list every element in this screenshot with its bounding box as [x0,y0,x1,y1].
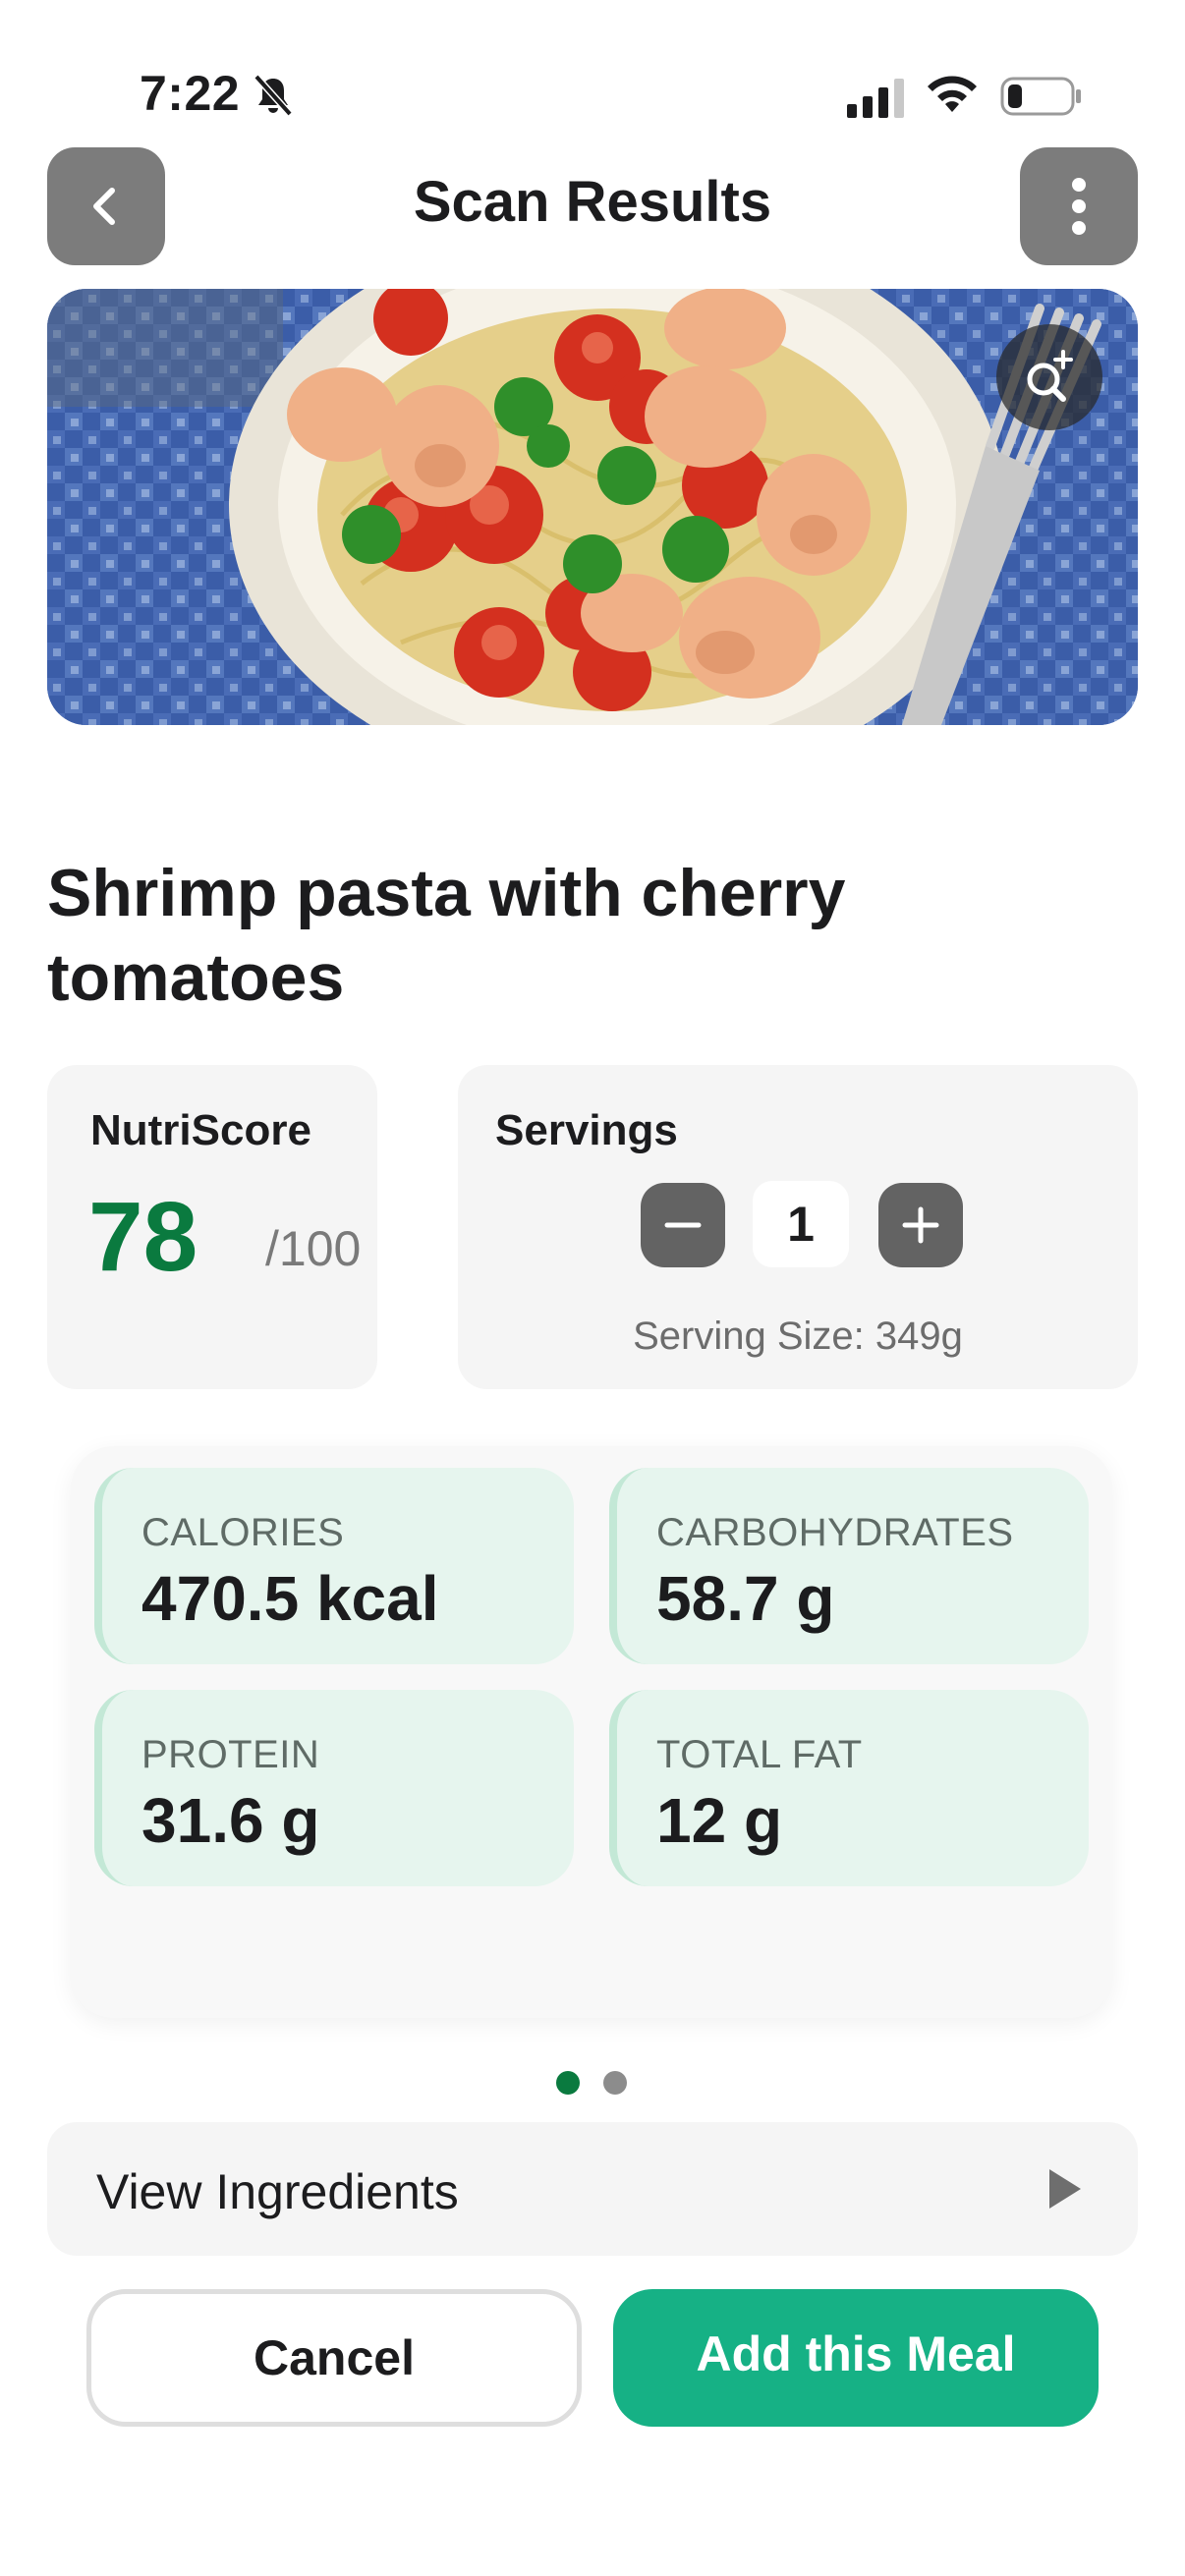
nutriscore-max: /100 [265,1221,362,1276]
more-options-button[interactable] [1020,147,1138,265]
view-ingredients-row[interactable]: View Ingredients [47,2122,1138,2256]
macro-tile-protein: PROTEIN 31.6 g [94,1690,574,1886]
status-bar: 7:22 [0,0,1185,138]
meal-photo-illustration [47,289,1138,725]
play-arrow-icon [1049,2169,1081,2209]
meal-name: Shrimp pasta with cherry tomatoes [47,856,846,1015]
page-title: Scan Results [413,170,772,234]
battery-icon [1000,77,1081,116]
status-time: 7:22 [140,66,241,121]
page-dot[interactable] [603,2071,627,2095]
macro-value: 12 g [656,1785,783,1856]
add-meal-button[interactable]: Add this Meal [613,2289,1099,2427]
serving-size: Serving Size: 349g [633,1315,963,1358]
nutriscore-value: 78 [88,1182,198,1292]
zoom-in-icon [1027,350,1073,402]
plus-icon [902,1206,939,1244]
ellipsis-vertical-icon [1072,178,1086,235]
servings-count[interactable]: 1 [753,1181,849,1267]
macro-tile-carbohydrates: CARBOHYDRATES 58.7 g [609,1468,1089,1664]
macro-label: CALORIES [141,1511,345,1554]
nutriscore-card: NutriScore 78 /100 [47,1065,377,1389]
macro-tile-total-fat: TOTAL FAT 12 g [609,1690,1089,1886]
signal-icon [847,79,904,118]
bell-slash-icon [254,74,293,117]
servings-label: Servings [495,1106,678,1154]
macro-tile-calories: CALORIES 470.5 kcal [94,1468,574,1664]
decrease-servings-button[interactable] [641,1183,725,1267]
macro-label: CARBOHYDRATES [656,1511,1014,1554]
view-ingredients-label: View Ingredients [96,2164,459,2219]
zoom-button[interactable] [996,324,1102,430]
page-dot-active[interactable] [556,2071,580,2095]
nutriscore-label: NutriScore [90,1106,311,1154]
macro-value: 31.6 g [141,1785,320,1856]
macro-value: 470.5 kcal [141,1563,439,1634]
wifi-icon [928,76,977,112]
servings-card: Servings 1 Serving Size: 349g [458,1065,1138,1389]
increase-servings-button[interactable] [878,1183,963,1267]
minus-icon [664,1222,702,1228]
cancel-button[interactable]: Cancel [86,2289,582,2427]
meal-photo[interactable] [47,289,1138,725]
macro-value: 58.7 g [656,1563,835,1634]
macro-label: TOTAL FAT [656,1733,863,1776]
macro-label: PROTEIN [141,1733,320,1776]
nutrition-carousel[interactable]: CALORIES 470.5 kcal CARBOHYDRATES 58.7 g… [71,1446,1112,2018]
